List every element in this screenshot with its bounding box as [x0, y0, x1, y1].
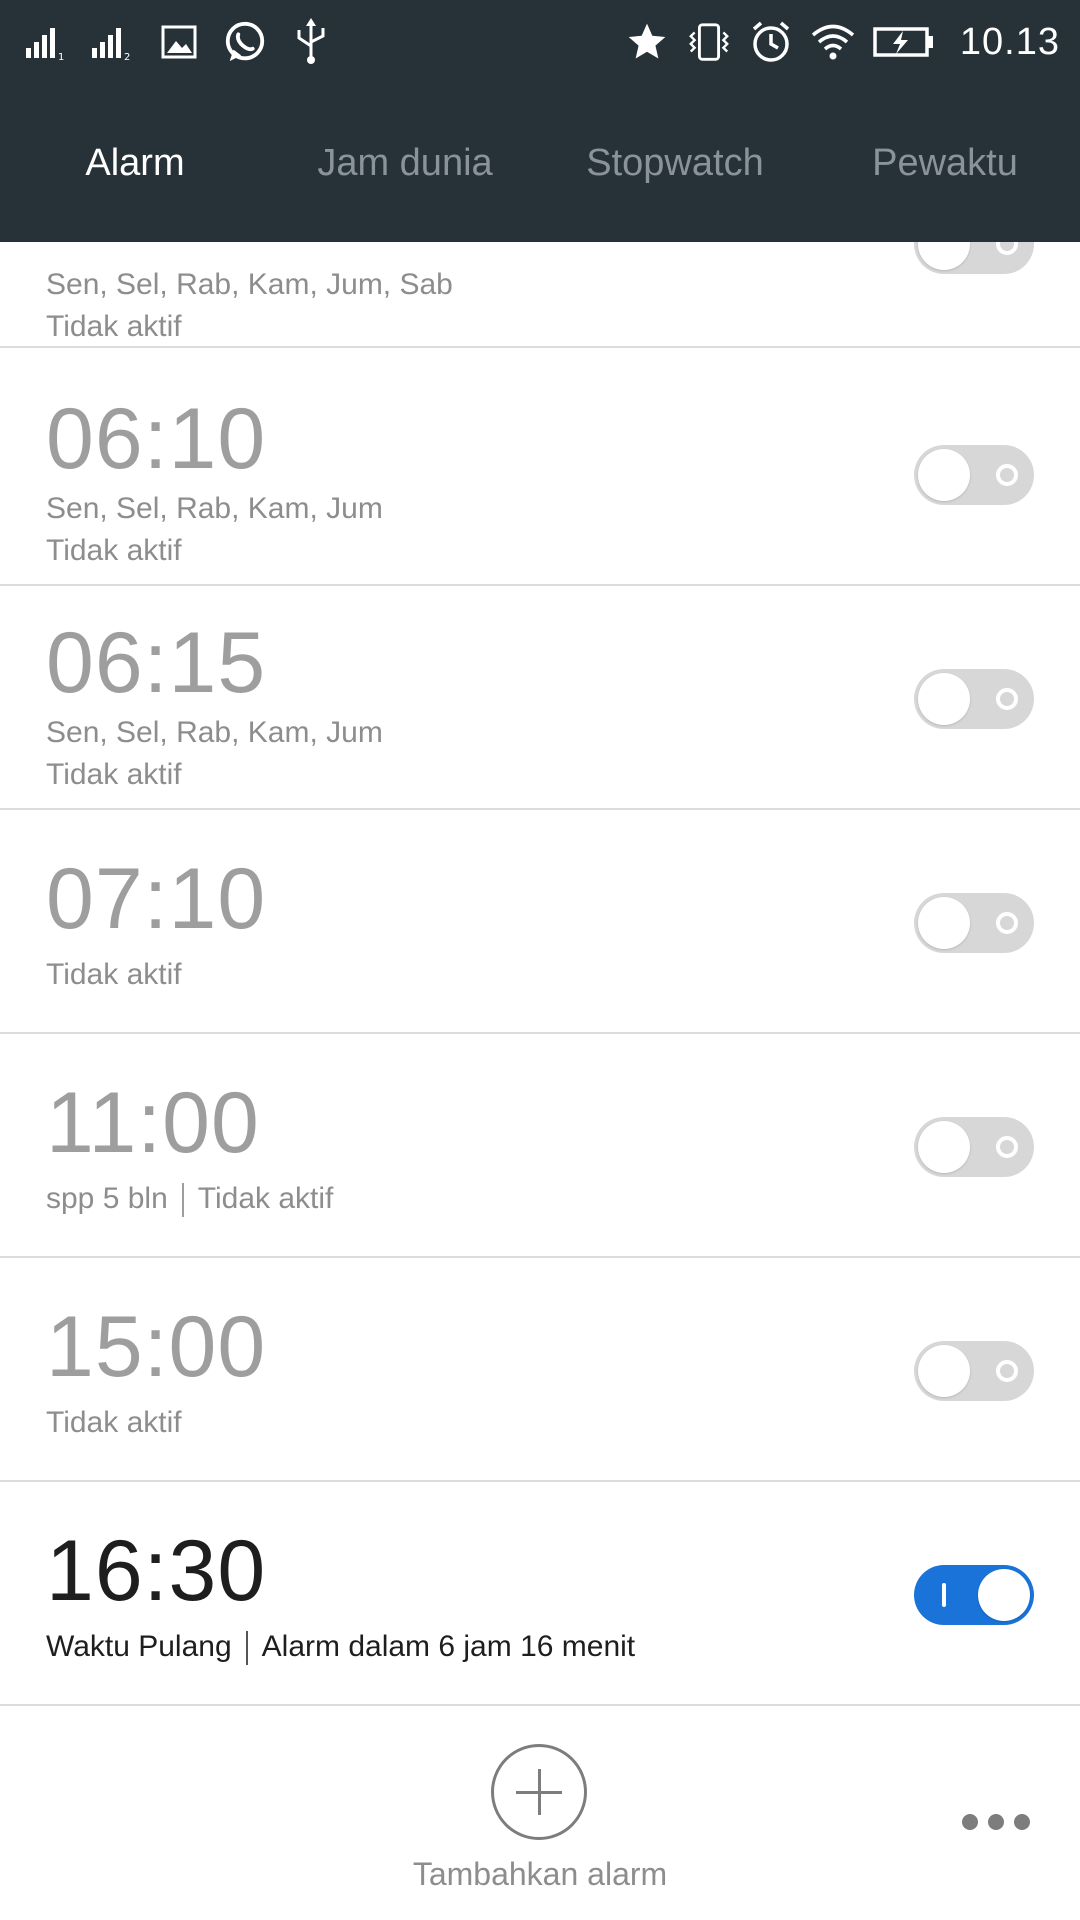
alarm-toggle[interactable] — [914, 242, 1034, 274]
toggle-knob — [918, 1345, 970, 1397]
alarm-status: Tidak aktif — [46, 310, 182, 343]
alarm-time: 16:30 — [46, 1523, 267, 1619]
alarm-time: 06:15 — [46, 615, 267, 711]
usb-icon — [288, 18, 334, 65]
separator — [181, 1183, 184, 1218]
alarm-row[interactable]: 11:00 spp 5 bln Tidak aktif — [0, 1034, 1080, 1258]
gallery-icon — [156, 19, 202, 65]
vibrate-icon — [686, 19, 732, 65]
status-bar-right: 10.13 — [624, 0, 1060, 84]
signal-sim1-icon: 1 — [24, 19, 70, 65]
alarm-status: Tidak aktif — [46, 758, 182, 791]
more-dots-icon[interactable] — [962, 1814, 1032, 1834]
svg-text:1: 1 — [58, 52, 64, 62]
alarm-toggle[interactable] — [914, 893, 1034, 953]
toggle-knob — [918, 1121, 970, 1173]
alarm-status: Tidak aktif — [197, 1182, 334, 1215]
alarm-row[interactable]: 15:00 Tidak aktif — [0, 1258, 1080, 1482]
toggle-off-icon — [996, 242, 1018, 255]
alarm-toggle[interactable] — [914, 669, 1034, 729]
tab-stopwatch[interactable]: Stopwatch — [540, 84, 810, 242]
alarm-days: Sen, Sel, Rab, Kam, Jum, Sab — [46, 268, 453, 301]
alarm-row[interactable]: 16:30 Waktu Pulang Alarm dalam 6 jam 16 m… — [0, 1482, 1080, 1706]
alarm-list[interactable]: Sen, Sel, Rab, Kam, Jum, Sab Tidak aktif… — [0, 242, 1080, 1712]
toggle-knob — [978, 1569, 1030, 1621]
alarm-label-line: Waktu Pulang Alarm dalam 6 jam 16 menit — [46, 1630, 636, 1666]
toggle-knob — [918, 897, 970, 949]
alarm-toggle[interactable] — [914, 445, 1034, 505]
alarm-label-line: spp 5 bln Tidak aktif — [46, 1182, 334, 1218]
alarm-time: 11:00 — [46, 1075, 260, 1171]
toggle-off-icon — [996, 912, 1018, 934]
separator — [245, 1631, 248, 1666]
alarm-status: Tidak aktif — [46, 958, 182, 991]
alarm-icon — [748, 19, 794, 65]
alarm-label: spp 5 bln — [46, 1182, 168, 1215]
toggle-knob — [918, 242, 970, 270]
alarm-countdown: Alarm dalam 6 jam 16 menit — [261, 1630, 636, 1663]
signal-sim2-icon: 2 — [90, 19, 136, 65]
toggle-off-icon — [996, 1136, 1018, 1158]
toggle-on-icon — [942, 1583, 946, 1607]
bottom-bar: Tambahkan alarm — [0, 1712, 1080, 1920]
alarm-status: Tidak aktif — [46, 534, 182, 567]
alarm-toggle[interactable] — [914, 1565, 1034, 1625]
toggle-knob — [918, 449, 970, 501]
alarm-days: Sen, Sel, Rab, Kam, Jum — [46, 492, 383, 525]
battery-charging-icon — [872, 19, 936, 65]
status-bar: 1 2 10.13 — [0, 0, 1080, 84]
star-icon — [624, 19, 670, 65]
add-alarm-label[interactable]: Tambahkan alarm — [340, 1856, 740, 1893]
toggle-off-icon — [996, 688, 1018, 710]
tab-alarm[interactable]: Alarm — [0, 84, 270, 242]
alarm-toggle[interactable] — [914, 1117, 1034, 1177]
alarm-time: 15:00 — [46, 1299, 267, 1395]
toggle-off-icon — [996, 1360, 1018, 1382]
alarm-row[interactable]: 06:15 Sen, Sel, Rab, Kam, Jum Tidak akti… — [0, 586, 1080, 810]
alarm-time: 07:10 — [46, 851, 267, 947]
toggle-knob — [918, 673, 970, 725]
alarm-row[interactable]: Sen, Sel, Rab, Kam, Jum, Sab Tidak aktif — [0, 242, 1080, 348]
wifi-icon — [810, 19, 856, 65]
alarm-row[interactable]: 07:10 Tidak aktif — [0, 810, 1080, 1034]
alarm-days: Sen, Sel, Rab, Kam, Jum — [46, 716, 383, 749]
alarm-row[interactable]: 06:10 Sen, Sel, Rab, Kam, Jum Tidak akti… — [0, 362, 1080, 586]
svg-text:2: 2 — [124, 52, 130, 62]
toggle-off-icon — [996, 464, 1018, 486]
alarm-time: 06:10 — [46, 391, 267, 487]
status-time: 10.13 — [959, 20, 1060, 63]
alarm-status: Tidak aktif — [46, 1406, 182, 1439]
whatsapp-icon — [222, 19, 268, 65]
status-bar-left: 1 2 — [24, 0, 334, 84]
alarm-toggle[interactable] — [914, 1341, 1034, 1401]
tab-timer[interactable]: Pewaktu — [810, 84, 1080, 242]
plus-circle-icon[interactable] — [491, 1744, 587, 1840]
alarm-label: Waktu Pulang — [46, 1630, 232, 1663]
tab-bar: Alarm Jam dunia Stopwatch Pewaktu — [0, 84, 1080, 242]
tab-world-clock[interactable]: Jam dunia — [270, 84, 540, 242]
